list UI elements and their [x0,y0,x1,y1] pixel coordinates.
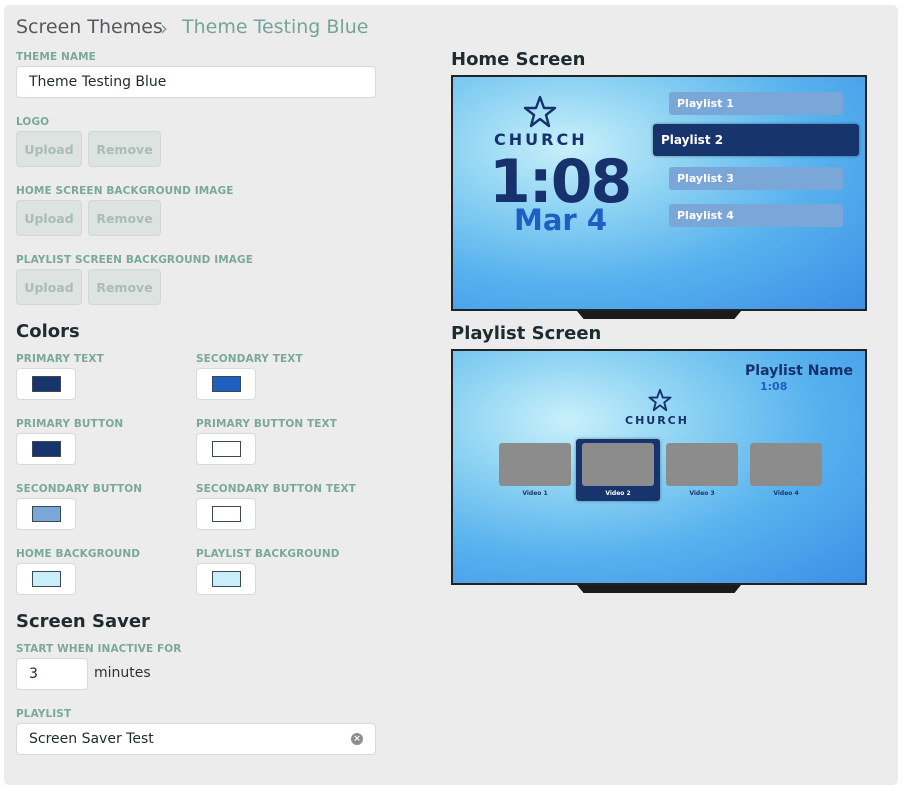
screen-saver-heading: Screen Saver [16,611,150,632]
logo-label: LOGO [16,116,50,128]
video-thumbnail [499,443,571,486]
secondary-text-color-picker[interactable] [196,368,256,400]
breadcrumb-screen-themes-link[interactable]: Screen Themes [16,16,163,38]
home-background-color-picker[interactable] [16,563,76,595]
chevron-right-icon: › [160,16,168,40]
secondary-button-text-color-picker[interactable] [196,498,256,530]
inactive-minutes-value: 3 [29,666,38,682]
star-logo-icon [648,388,672,412]
playlist-clock: 1:08 [760,380,788,393]
color-swatch [211,571,241,587]
playlist-background-label: PLAYLIST BACKGROUND [196,548,340,560]
minutes-unit-label: minutes [94,665,151,681]
video-tile: Video 3 [664,443,740,497]
color-swatch [211,376,241,392]
video-tile-selected: Video 2 [580,443,656,497]
secondary-button-text-label: SECONDARY BUTTON TEXT [196,483,356,495]
video-label: Video 4 [773,490,799,497]
home-playlist-item-selected: Playlist 2 [653,124,859,156]
playlist-name-heading: Playlist Name [745,363,853,379]
video-thumbnail [666,443,738,486]
home-playlist-item: Playlist 3 [669,167,843,190]
theme-name-label: THEME NAME [16,51,96,63]
primary-button-text-label: PRIMARY BUTTON TEXT [196,418,337,430]
home-playlist-item: Playlist 4 [669,204,843,227]
color-swatch [211,441,241,457]
logo-remove-button[interactable]: Remove [88,131,161,167]
home-bg-remove-button[interactable]: Remove [88,200,161,236]
logo-upload-button[interactable]: Upload [16,131,82,167]
home-bg-image-label: HOME SCREEN BACKGROUND IMAGE [16,185,234,197]
secondary-text-label: SECONDARY TEXT [196,353,303,365]
playlist-select-value: Screen Saver Test [29,731,154,747]
playlist-bg-remove-button[interactable]: Remove [88,269,161,305]
color-swatch [31,571,61,587]
primary-text-color-picker[interactable] [16,368,76,400]
video-tile: Video 4 [748,443,824,497]
secondary-button-label: SECONDARY BUTTON [16,483,143,495]
primary-button-label: PRIMARY BUTTON [16,418,124,430]
primary-text-label: PRIMARY TEXT [16,353,104,365]
video-label: Video 2 [605,490,631,497]
color-swatch [31,441,61,457]
video-label: Video 1 [522,490,548,497]
color-swatch [31,376,61,392]
playlist-screen-preview: Playlist Name 1:08 CHURCH Video 1 Video … [451,349,867,585]
theme-name-input[interactable]: Theme Testing Blue [16,66,376,98]
secondary-button-color-picker[interactable] [16,498,76,530]
inactive-minutes-input[interactable]: 3 [16,658,88,690]
video-label: Video 3 [689,490,715,497]
playlist-label: PLAYLIST [16,708,72,720]
home-screen-preview: CHURCH 1:08 Mar 4 Playlist 1 Playlist 2 … [451,75,867,311]
color-swatch [31,506,61,522]
primary-button-color-picker[interactable] [16,433,76,465]
playlist-background-color-picker[interactable] [196,563,256,595]
playlist-screen-preview-title: Playlist Screen [451,323,602,344]
clear-circle-icon[interactable]: × [351,733,363,745]
video-tile: Video 1 [497,443,573,497]
colors-heading: Colors [16,321,80,342]
tv-stand [577,311,741,319]
star-logo-icon [523,95,557,128]
playlist-bg-image-label: PLAYLIST SCREEN BACKGROUND IMAGE [16,254,253,266]
video-thumbnail [582,443,654,486]
breadcrumb-current: Theme Testing Blue [182,16,369,38]
primary-button-text-color-picker[interactable] [196,433,256,465]
home-screen-preview-title: Home Screen [451,49,586,70]
home-date: Mar 4 [514,203,608,237]
playlist-church-logo-text: CHURCH [625,414,689,427]
home-background-label: HOME BACKGROUND [16,548,141,560]
color-swatch [211,506,241,522]
playlist-bg-upload-button[interactable]: Upload [16,269,82,305]
screen-saver-playlist-select[interactable]: Screen Saver Test × [16,723,376,755]
theme-name-value: Theme Testing Blue [29,74,167,90]
home-playlist-item: Playlist 1 [669,92,843,115]
video-thumbnail [750,443,822,486]
inactive-label: START WHEN INACTIVE FOR [16,643,182,655]
home-bg-upload-button[interactable]: Upload [16,200,82,236]
tv-stand [577,585,741,593]
